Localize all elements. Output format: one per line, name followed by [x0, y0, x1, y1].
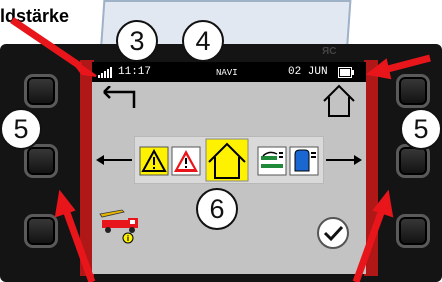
marker-4: 4 [182, 20, 224, 62]
marker-5-left: 5 [0, 108, 42, 150]
marker-5-right: 5 [400, 108, 442, 150]
marker-3: 3 [116, 20, 158, 62]
marker-6: 6 [196, 188, 238, 230]
